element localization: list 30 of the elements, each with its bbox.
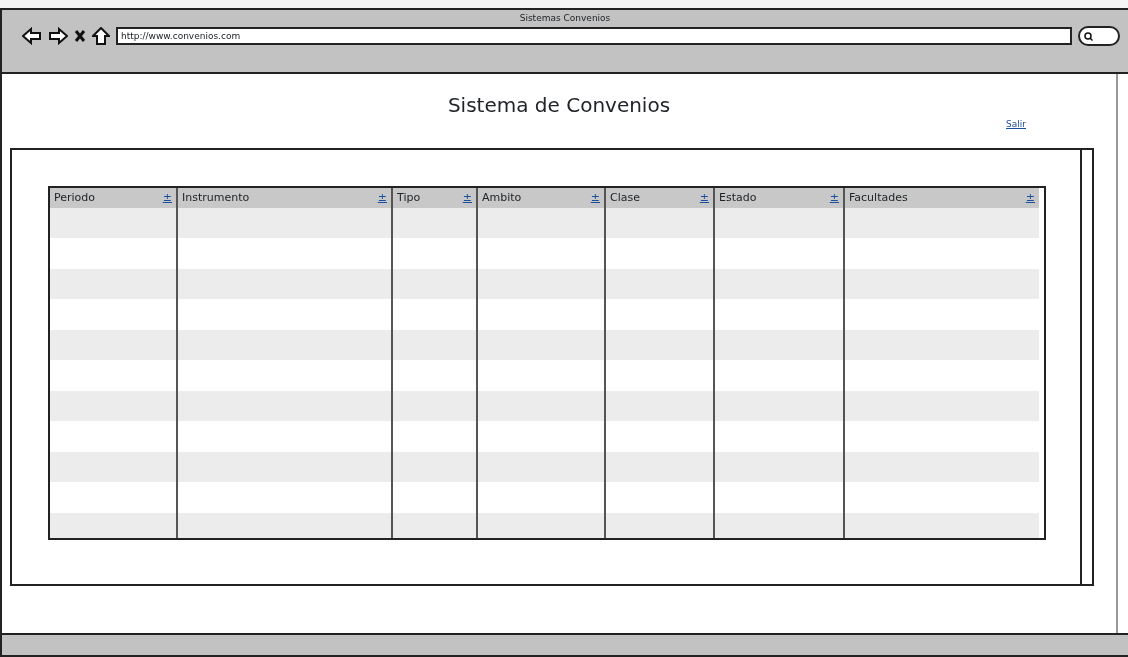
column-label: Estado <box>719 189 757 206</box>
sort-toggle[interactable]: ± <box>462 189 472 207</box>
column-header[interactable]: Instrumento ± <box>178 188 391 208</box>
column-label: Ambito <box>482 189 522 206</box>
search-icon <box>1084 31 1093 41</box>
window-title: Sistemas Convenios <box>518 12 612 25</box>
page-heading: Sistema de Convenios <box>446 92 672 118</box>
sort-toggle[interactable]: ± <box>699 189 709 207</box>
sort-toggle[interactable]: ± <box>1025 189 1035 207</box>
search-field[interactable] <box>1078 26 1120 46</box>
column-label: Instrumento <box>182 189 250 206</box>
column-header[interactable]: Tipo ± <box>393 188 476 208</box>
column-label: Clase <box>610 189 640 206</box>
column-header[interactable]: Periodo ± <box>50 188 176 208</box>
sort-toggle[interactable]: ± <box>590 189 600 207</box>
address-field[interactable]: http://www.convenios.com <box>116 27 1072 45</box>
sort-toggle[interactable]: ± <box>829 189 839 207</box>
column-header[interactable]: Facultades ± <box>845 188 1039 208</box>
sort-toggle[interactable]: ± <box>162 189 172 207</box>
forward-icon[interactable] <box>48 27 68 45</box>
column-header[interactable]: Ambito ± <box>478 188 604 208</box>
logout-link[interactable]: Salir <box>1006 118 1026 148</box>
column-label: Tipo <box>397 189 421 206</box>
close-icon[interactable] <box>74 29 86 43</box>
sort-toggle[interactable]: ± <box>377 189 387 207</box>
column-label: Periodo <box>54 189 96 206</box>
back-icon[interactable] <box>22 27 42 45</box>
column-label: Facultades <box>849 189 908 206</box>
column-header[interactable]: Clase ± <box>606 188 713 208</box>
column-header[interactable]: Estado ± <box>715 188 843 208</box>
